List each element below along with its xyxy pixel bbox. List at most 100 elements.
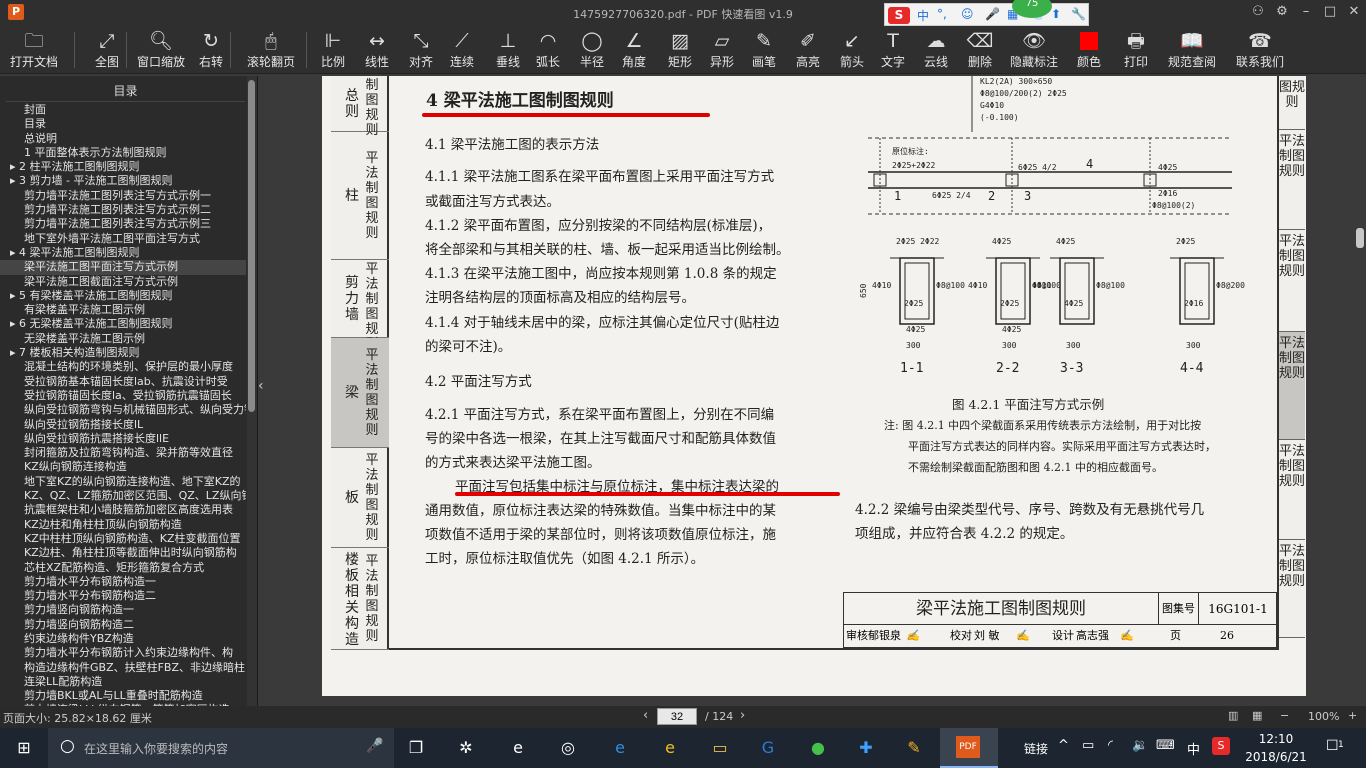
toolbar-spec-button[interactable]: 📖 规范查阅 — [1166, 28, 1218, 72]
upload-icon[interactable]: ⬆ — [1051, 7, 1061, 21]
toc-item[interactable]: 纵向受拉钢筋搭接长度lL — [0, 418, 246, 432]
toolbar-text-button[interactable]: T 文字 — [876, 28, 910, 72]
toc-item[interactable]: 目录 — [0, 117, 246, 131]
volume-icon[interactable]: 🔉 — [1132, 738, 1148, 753]
edge-icon[interactable]: e — [506, 736, 530, 760]
toolbar-scroll-button[interactable]: 🖱 滚轮翻页 — [244, 28, 298, 72]
toolbar-color-button[interactable]: 颜色 — [1072, 28, 1106, 72]
toc-scroll-thumb[interactable] — [248, 80, 255, 412]
toolbar-contact-button[interactable]: ☎ 联系我们 — [1230, 28, 1290, 72]
app-swirl-icon[interactable]: ◎ — [556, 736, 580, 760]
keyboard-icon[interactable]: ⌨ — [1156, 738, 1175, 753]
toc-item[interactable]: 剪力墙竖向钢筋构造二 — [0, 618, 246, 632]
toc-item[interactable]: ▸ 4 梁平法施工图制图规则 — [0, 246, 246, 260]
toolbar-hl-button[interactable]: ✐ 高亮 — [790, 28, 826, 72]
app-green-icon[interactable]: ● — [806, 736, 830, 760]
toc-item[interactable]: 连梁LL配筋构造 — [0, 675, 246, 689]
tray-up-icon[interactable]: ^ — [1058, 738, 1069, 753]
next-page-icon[interactable]: › — [740, 708, 745, 723]
toc-item[interactable]: 受拉钢筋锚固长度la、受拉钢筋抗震锚固长 — [0, 389, 246, 403]
zoom-out-icon[interactable]: − — [1280, 709, 1289, 722]
wrench-icon[interactable]: 🔧 — [1071, 7, 1086, 21]
toc-item[interactable]: 约束边缘构件YBZ构造 — [0, 632, 246, 646]
toc-item[interactable]: 无梁楼盖平法施工图示例 — [0, 332, 246, 346]
app-fan-icon[interactable]: ✲ — [454, 736, 478, 760]
toolbar-open-button[interactable]: 🗀 打开文档 — [4, 28, 64, 72]
toc-item[interactable]: 有梁楼盖平法施工图示例 — [0, 303, 246, 317]
toc-item[interactable]: 混凝土结构的环境类别、保护层的最小厚度 — [0, 360, 246, 374]
toc-item[interactable]: 梁平法施工图截面注写方式示例 — [0, 275, 246, 289]
toc-item[interactable]: 剪力墙水平分布钢筋计入约束边缘构件、构 — [0, 646, 246, 660]
toolbar-zoom-button[interactable]: 🔍︎ 窗口缩放 — [134, 28, 188, 72]
page-number-input[interactable] — [657, 708, 697, 725]
toolbar-linear-button[interactable]: ↔ 线性 — [360, 28, 394, 72]
toc-item[interactable]: KZ、QZ、LZ箍筋加密区范围、QZ、LZ纵向钢 — [0, 489, 246, 503]
toolbar-rect-button[interactable]: ▨ 矩形 — [662, 28, 698, 72]
toc-item[interactable]: ▸ 6 无梁楼盖平法施工图制图规则 — [0, 317, 246, 331]
toolbar-rotate-button[interactable]: ↻ 右转 — [196, 28, 226, 72]
zoom-in-icon[interactable]: + — [1348, 709, 1357, 722]
taskbar-pdf-app[interactable]: PDF — [940, 728, 998, 768]
toolbar-pen-button[interactable]: ✎ 画笔 — [746, 28, 782, 72]
toc-item[interactable]: KZ边柱、角柱柱顶等截面伸出时纵向钢筋构 — [0, 546, 246, 560]
toolbar-arc-button[interactable]: ◠ 弧长 — [530, 28, 566, 72]
toolbar-chain-button[interactable]: ⟋ 连续 — [444, 28, 480, 72]
toolbar-cloud-button[interactable]: ☁ 云线 — [918, 28, 954, 72]
toc-item[interactable]: 纵向受拉钢筋弯钩与机械锚固形式、纵向受力钢 — [0, 403, 246, 417]
ime-lang[interactable]: 中 — [917, 7, 929, 24]
toc-item[interactable]: 剪力墙竖向钢筋构造一 — [0, 603, 246, 617]
network-icon[interactable]: ▭ — [1082, 738, 1094, 753]
task-view-icon[interactable]: ❐ — [404, 736, 428, 760]
file-explorer-icon[interactable]: ▭ — [708, 736, 732, 760]
toc-item[interactable]: 剪力墙平法施工图列表注写方式示例一 — [0, 189, 246, 203]
single-page-icon[interactable]: ▥ — [1228, 709, 1238, 722]
toc-item[interactable]: 剪力墙水平分布钢筋构造二 — [0, 589, 246, 603]
toc-item[interactable]: 地下室KZ的纵向钢筋连接构造、地下室KZ的 — [0, 475, 246, 489]
toolbar-align-button[interactable]: ⤡ 对齐 — [404, 28, 438, 72]
toc-item[interactable]: 剪力墙水平分布钢筋构造一 — [0, 575, 246, 589]
toc-scrollbar[interactable] — [247, 76, 257, 706]
clock-date[interactable]: 2018/6/21 — [1245, 750, 1307, 764]
toc-item[interactable]: 抗震框架柱和小墙肢箍筋加密区高度选用表 — [0, 503, 246, 517]
viewer-scrollbar[interactable] — [1354, 76, 1366, 706]
toc-item[interactable]: 总说明 — [0, 132, 246, 146]
user-icon[interactable]: ⚇ — [1248, 4, 1268, 19]
toolbar-scale-button[interactable]: ⊩ 比例 — [316, 28, 350, 72]
viewer-scroll-thumb[interactable] — [1356, 228, 1364, 248]
notes-icon[interactable]: ✎ — [902, 736, 926, 760]
toc-item[interactable]: ▸ 2 柱平法施工图制图规则 — [0, 160, 246, 174]
collapse-sidebar-icon[interactable]: ‹ — [258, 378, 264, 394]
toolbar-arrow-button[interactable]: ↙ 箭头 — [834, 28, 870, 72]
minimize-icon[interactable]: – — [1296, 4, 1316, 19]
two-page-icon[interactable]: ▦ — [1252, 709, 1262, 722]
toc-item[interactable]: 剪力墙平法施工图列表注写方式示例二 — [0, 203, 246, 217]
toolbar-shape-button[interactable]: ▱ 异形 — [704, 28, 740, 72]
toolbar-fit-button[interactable]: ⤢ 全图 — [90, 28, 124, 72]
microphone-icon[interactable]: 🎤 — [366, 738, 383, 754]
app-plus-icon[interactable]: ✚ — [854, 736, 878, 760]
toc-item[interactable]: 剪力墙平法施工图列表注写方式示例三 — [0, 217, 246, 231]
toc-item[interactable]: 芯柱XZ配筋构造、矩形箍筋复合方式 — [0, 561, 246, 575]
toc-item[interactable]: KZ纵向钢筋连接构造 — [0, 460, 246, 474]
toolbar-angle-button[interactable]: ∠ 角度 — [616, 28, 652, 72]
notification-center-icon[interactable]: ☐ — [1326, 738, 1339, 754]
emoji-icon[interactable]: ☺ — [961, 7, 974, 21]
toolbar-perp-button[interactable]: ⊥ 垂线 — [490, 28, 526, 72]
ie-alt-icon[interactable]: e — [658, 736, 682, 760]
microphone-icon[interactable]: 🎤 — [985, 7, 1000, 21]
sogou-logo-icon[interactable]: S — [888, 7, 910, 24]
link-label[interactable]: 链接 — [1024, 740, 1048, 757]
ie-icon[interactable]: e — [608, 736, 632, 760]
toc-item[interactable]: 构造边缘构件GBZ、扶壁柱FBZ、非边缘暗柱 — [0, 661, 246, 675]
clock-time[interactable]: 12:10 — [1249, 732, 1303, 746]
toc-item[interactable]: ▸ 7 楼板相关构造制图规则 — [0, 346, 246, 360]
ime-punct[interactable]: °, — [937, 7, 947, 21]
sogou-tray-icon[interactable]: S — [1212, 737, 1230, 755]
toc-item[interactable]: 剪力墙BKL或AL与LL重叠时配筋构造 — [0, 689, 246, 703]
toc-item[interactable]: 1 平面整体表示方法制图规则 — [0, 146, 246, 160]
toc-item[interactable]: 梁平法施工图平面注写方式示例 — [0, 260, 246, 275]
toolbar-print-button[interactable]: 🖶 打印 — [1118, 28, 1154, 72]
ime-indicator[interactable]: 中 — [1187, 739, 1200, 758]
toc-item[interactable]: KZ边柱和角柱柱顶纵向钢筋构造 — [0, 518, 246, 532]
toc-item[interactable]: 纵向受拉钢筋抗震搭接长度llE — [0, 432, 246, 446]
